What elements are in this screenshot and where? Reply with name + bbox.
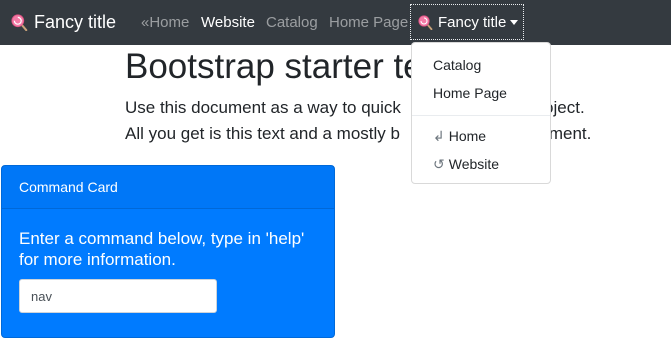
lead-line-2-text: All you get is this text and a mostly b xyxy=(125,124,400,143)
dropdown-item-home-page[interactable]: Home Page xyxy=(433,85,507,101)
nav-link-website[interactable]: Website xyxy=(201,14,255,31)
lollipop-icon xyxy=(418,14,433,30)
dropdown-item-home-label: Home xyxy=(448,128,487,144)
command-input[interactable] xyxy=(19,279,217,313)
navbar: Fancy title «Home Website Catalog Home P… xyxy=(0,0,671,45)
dropdown-item-website-label: Website xyxy=(448,156,500,172)
brand-label: Fancy title xyxy=(34,11,117,32)
refresh-icon: ↺ xyxy=(433,156,445,172)
page-title: Bootstrap starter te xyxy=(125,47,423,86)
return-arrow-icon: ↲ xyxy=(433,128,445,144)
navbar-brand[interactable]: Fancy title xyxy=(11,11,116,33)
command-card-header: Command Card xyxy=(2,166,334,209)
lollipop-icon xyxy=(11,13,28,31)
dropdown-menu: Catalog Home Page ↲ Home ↺ Website xyxy=(411,42,551,184)
nav-link-catalog[interactable]: Catalog xyxy=(266,14,318,31)
dropdown-item-catalog[interactable]: Catalog xyxy=(433,57,481,73)
nav-link-home-back[interactable]: «Home xyxy=(141,14,189,31)
caret-down-icon xyxy=(510,19,519,25)
dropdown-divider xyxy=(412,115,550,116)
nav-dropdown-toggle[interactable]: Fancy title xyxy=(410,4,524,40)
nav-link-home-page[interactable]: Home Page xyxy=(329,14,408,31)
lead-line-1-text: Use this document as a way to quick xyxy=(125,98,401,117)
dropdown-item-website[interactable]: ↺ Website xyxy=(433,156,499,172)
dropdown-toggle-label: Fancy title xyxy=(438,13,507,31)
dropdown-item-home[interactable]: ↲ Home xyxy=(433,128,486,144)
command-card-text: Enter a command below, type in 'help' fo… xyxy=(19,229,305,269)
command-card: Command Card Enter a command below, type… xyxy=(1,165,335,338)
